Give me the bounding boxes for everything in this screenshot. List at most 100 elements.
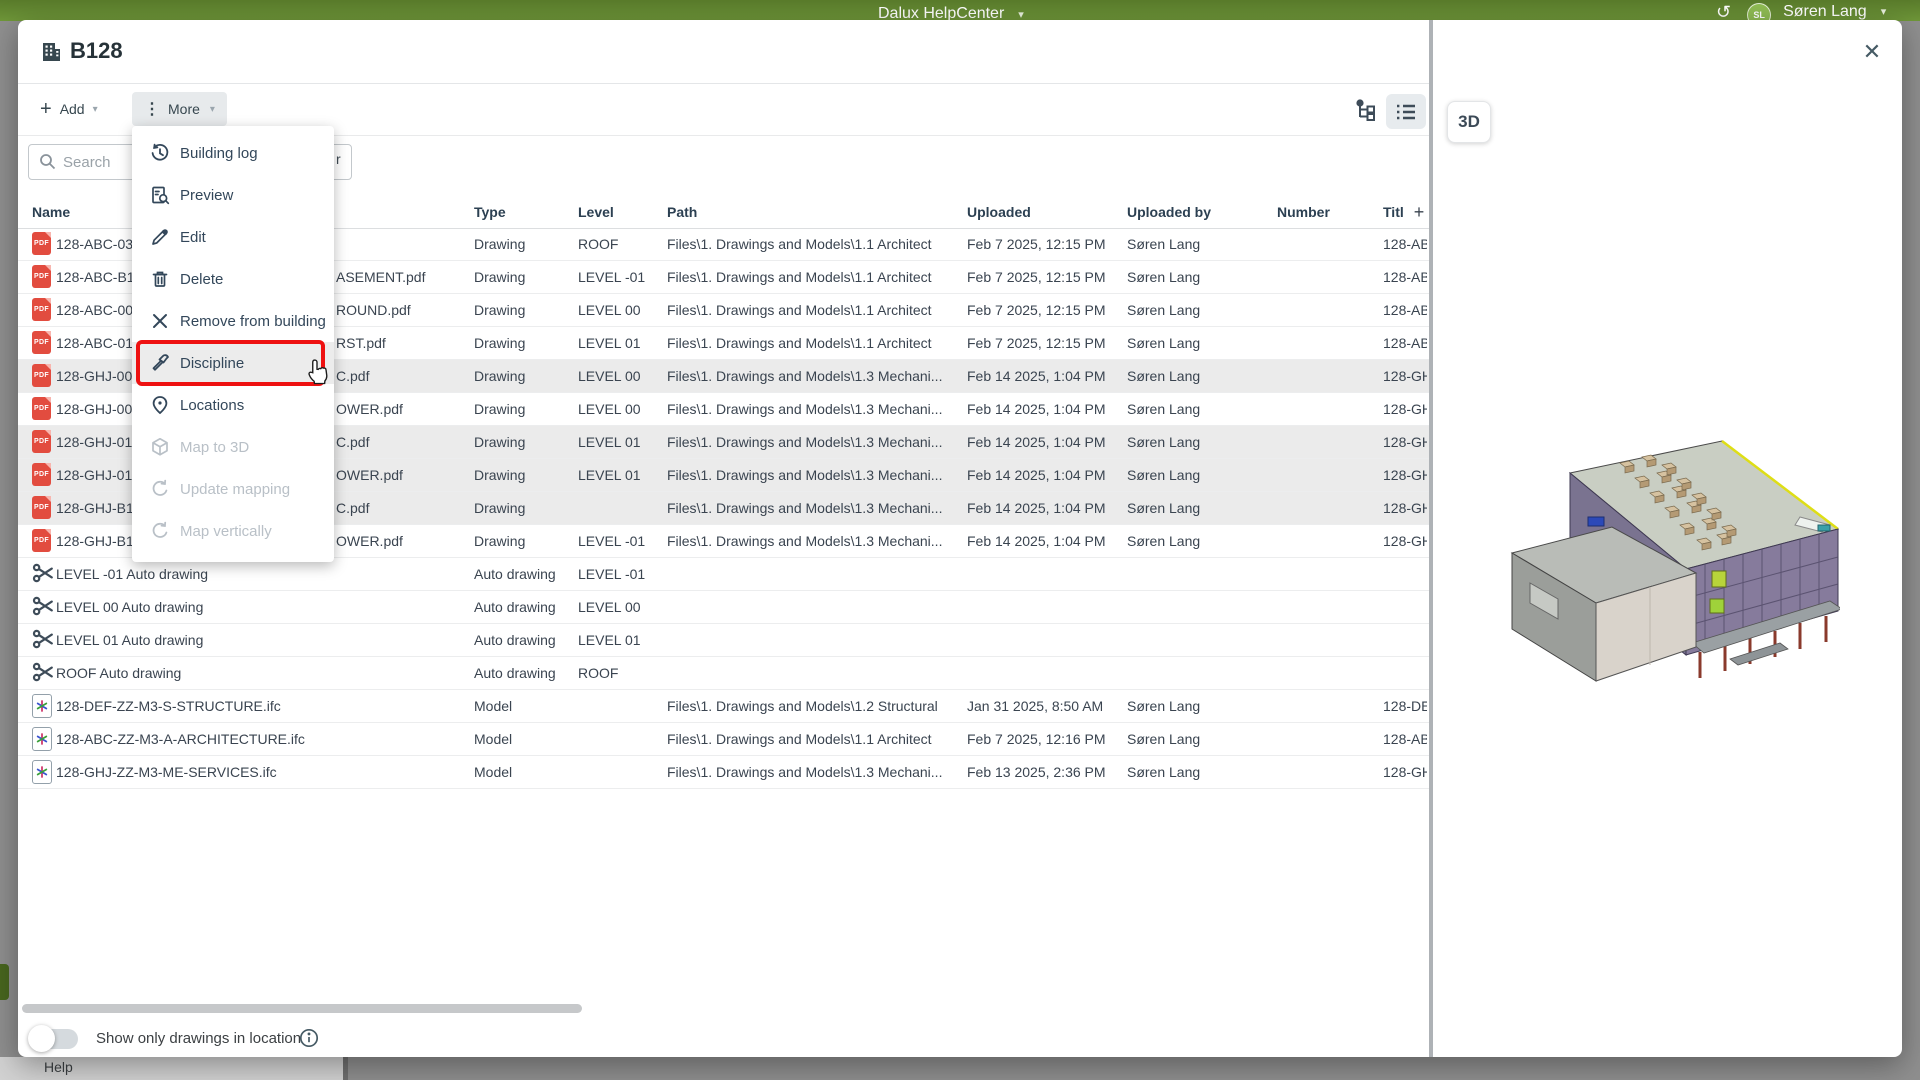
cell-uploaded-by: Søren Lang [1127,261,1200,293]
table-row[interactable]: LEVEL 01 Auto drawing Auto drawing LEVEL… [18,624,1429,657]
auto-file-icon [32,595,54,620]
pdf-file-icon: PDF [32,430,51,453]
pdf-file-icon: PDF [32,232,51,255]
cell-name-tail: C.pdf [336,360,369,392]
map-vertically-icon [150,521,170,541]
hand-cursor [305,358,331,393]
cell-name-tail: OWER.pdf [336,393,403,425]
building-icon [40,41,62,68]
3d-toggle-button[interactable]: 3D [1447,101,1491,143]
table-row[interactable]: ROOF Auto drawing Auto drawing ROOF [18,657,1429,690]
cell-name-tail: OWER.pdf [336,459,403,491]
ifc-file-icon [32,694,52,718]
cell-name-tail: ASEMENT.pdf [336,261,425,293]
menu-item-locations[interactable]: Locations [132,384,334,426]
show-only-drawings-toggle[interactable] [30,1029,78,1049]
cell-uploaded-by: Søren Lang [1127,294,1200,326]
cell-type: Drawing [474,327,525,359]
menu-item-map-to-3d: Map to 3D [132,426,334,468]
list-view-icon[interactable] [1386,94,1426,129]
cell-name: 128-GHJ-01 [56,459,132,491]
cell-path: Files\1. Drawings and Models\1.1 Archite… [667,294,963,326]
menu-item-preview[interactable]: Preview [132,174,334,216]
update-mapping-icon [150,479,170,499]
cell-path: Files\1. Drawings and Models\1.1 Archite… [667,261,963,293]
horizontal-scrollbar[interactable] [22,1004,582,1013]
user-menu[interactable]: ↺ SL Søren Lang ▾ [1716,3,1886,21]
help-link[interactable]: Help [44,1059,73,1075]
menu-item-discipline[interactable]: Discipline [132,342,334,384]
cell-title: 128-AB [1383,294,1427,326]
menu-item-map-vertically: Map vertically [132,510,334,552]
col-number[interactable]: Number [1277,196,1330,228]
cell-level: LEVEL 01 [578,327,641,359]
cell-level: LEVEL 00 [578,360,641,392]
cell-path: Files\1. Drawings and Models\1.3 Mechani… [667,525,963,557]
pdf-file-icon: PDF [32,397,51,420]
remove-icon [150,311,170,331]
col-title[interactable]: Titl [1383,196,1409,228]
col-uploaded[interactable]: Uploaded [967,196,1031,228]
menu-item-remove-from-building[interactable]: Remove from building [132,300,334,342]
cell-type: Drawing [474,294,525,326]
cell-type: Drawing [474,228,525,260]
cell-uploaded: Feb 14 2025, 1:04 PM [967,426,1106,458]
table-row[interactable]: LEVEL 00 Auto drawing Auto drawing LEVEL… [18,591,1429,624]
cell-title: 128-AB [1383,327,1427,359]
delete-icon [150,269,170,289]
menu-item-edit[interactable]: Edit [132,216,334,258]
3d-building-model[interactable] [1500,433,1840,683]
add-column-button[interactable]: + [1408,196,1430,228]
pdf-file-icon: PDF [32,463,51,486]
occluded-text-remnant: r [336,151,341,167]
pdf-file-icon: PDF [32,496,51,519]
tree-view-icon[interactable] [1354,97,1380,123]
col-path[interactable]: Path [667,196,697,228]
cell-uploaded-by: Søren Lang [1127,426,1200,458]
search-icon [39,153,56,170]
cell-title: 128-GH [1383,525,1427,557]
pdf-file-icon: PDF [32,364,51,387]
cell-name: 128-ABC-00 [56,294,133,326]
col-type[interactable]: Type [474,196,506,228]
cell-type: Model [474,756,512,788]
pdf-file-icon: PDF [32,529,51,552]
table-row[interactable]: LEVEL -01 Auto drawing Auto drawing LEVE… [18,558,1429,591]
ifc-file-icon [32,727,52,751]
cell-title: 128-GH [1383,492,1427,524]
cell-uploaded: Feb 14 2025, 1:04 PM [967,360,1106,392]
menu-item-delete[interactable]: Delete [132,258,334,300]
col-name[interactable]: Name [32,196,70,228]
cell-path: Files\1. Drawings and Models\1.2 Structu… [667,690,963,722]
table-row[interactable]: 128-DEF-ZZ-M3-S-STRUCTURE.ifc Model File… [18,690,1429,723]
cell-uploaded: Feb 7 2025, 12:15 PM [967,261,1106,293]
page-title: B128 [70,38,123,64]
more-button[interactable]: ⋮ More ▾ [132,92,227,126]
cell-type: Auto drawing [474,591,556,623]
cell-uploaded: Feb 13 2025, 2:36 PM [967,756,1106,788]
app-title[interactable]: Dalux HelpCenter▾ [878,5,1024,21]
history-icon[interactable]: ↺ [1716,3,1731,21]
cell-name: 128-GHJ-01 [56,426,132,458]
cell-type: Auto drawing [474,624,556,656]
cell-level: LEVEL -01 [578,261,645,293]
toggle-knob [28,1025,55,1052]
menu-item-building-log[interactable]: Building log [132,132,334,174]
panel-divider[interactable] [1429,20,1433,1057]
cell-uploaded-by: Søren Lang [1127,360,1200,392]
add-button[interactable]: + Add ▾ [40,92,98,126]
cell-uploaded-by: Søren Lang [1127,690,1200,722]
cell-uploaded-by: Søren Lang [1127,327,1200,359]
cell-path: Files\1. Drawings and Models\1.1 Archite… [667,327,963,359]
table-row[interactable]: 128-GHJ-ZZ-M3-ME-SERVICES.ifc Model File… [18,756,1429,789]
col-level[interactable]: Level [578,196,614,228]
app-topbar: Dalux HelpCenter▾ ↺ SL Søren Lang ▾ [0,0,1920,21]
cell-level: LEVEL 00 [578,591,641,623]
info-icon[interactable] [299,1028,319,1053]
close-icon[interactable]: ✕ [1856,36,1888,68]
cell-uploaded-by: Søren Lang [1127,228,1200,260]
avatar[interactable]: SL [1747,3,1771,21]
ifc-file-icon [32,760,52,784]
col-uploaded-by[interactable]: Uploaded by [1127,196,1211,228]
table-row[interactable]: 128-ABC-ZZ-M3-A-ARCHITECTURE.ifc Model F… [18,723,1429,756]
